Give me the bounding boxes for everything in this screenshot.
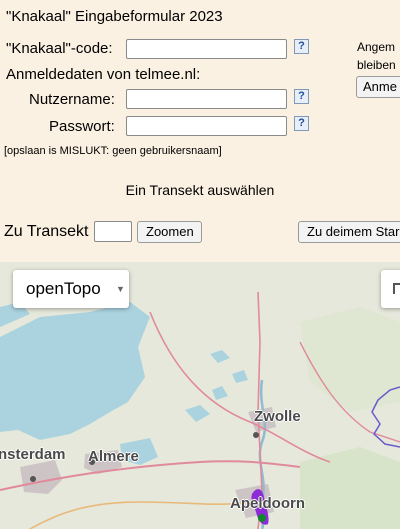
side-text-line2: bleiben [357,58,396,72]
transect-input[interactable] [94,221,132,242]
code-label: "Knakaal"-code: [6,40,113,57]
fullscreen-button[interactable] [381,270,400,308]
status-message: [opslaan is MISLUKT: geen gebruikersnaam… [4,145,222,157]
city-label-apeldoorn: Apeldoorn [230,495,305,512]
lake [185,405,210,422]
lake [212,386,228,400]
city-dot [253,432,259,438]
lake [232,370,248,383]
password-label: Passwort: [49,118,115,135]
road [29,501,251,529]
city-label-amsterdam: nsterdam [0,446,66,463]
chevron-down-icon: ▼ [116,284,125,294]
username-field[interactable] [126,89,287,109]
password-help-icon[interactable]: ? [294,116,309,131]
forest-area [300,447,400,529]
zoom-button[interactable]: Zoomen [137,221,202,243]
fullscreen-icon [393,283,400,294]
map-layer-selector[interactable]: openTopo ▼ [13,270,129,308]
side-text-line1: Angem [357,40,396,54]
forest-area [300,307,400,412]
city-dot [30,476,36,482]
transect-heading: Ein Transekt auswählen [125,182,275,198]
map[interactable]: nsterdam Almere Zwolle Apeldoorn openTop… [0,262,400,529]
username-label: Nutzername: [29,91,115,108]
login-button[interactable]: Anme [356,76,400,98]
map-layer-label: openTopo [26,279,101,298]
login-heading: Anmeldedaten von telmee.nl: [6,66,201,83]
lake [210,350,230,363]
city-label-zwolle: Zwolle [254,408,301,425]
transect-label: Zu Transekt [4,223,89,240]
urban-area [20,460,62,494]
go-to-start-button[interactable]: Zu deimem Star [298,221,400,243]
start-marker[interactable] [258,514,266,522]
code-help-icon[interactable]: ? [294,39,309,54]
code-field[interactable] [126,39,287,59]
page-title: "Knakaal" Eingabeformular 2023 [6,8,223,25]
username-help-icon[interactable]: ? [294,89,309,104]
password-field[interactable] [126,116,287,136]
city-label-almere: Almere [88,448,139,465]
lake-ijsselmeer [0,302,150,440]
